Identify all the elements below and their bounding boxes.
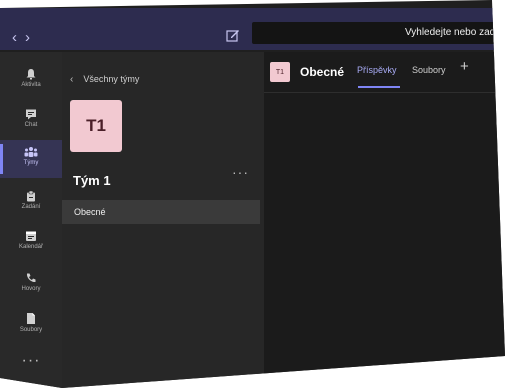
chat-icon [26,109,36,120]
rail-item-calls[interactable]: Hovory [0,266,62,304]
active-tab-indicator [358,86,400,88]
channel-item-general[interactable]: Obecné [62,200,260,224]
team-name: Tým 1 [73,173,111,188]
rail-item-chat[interactable]: Chat [0,102,62,140]
tab-files[interactable]: Soubory [412,65,446,75]
tab-posts[interactable]: Příspěvky [357,65,397,75]
new-chat-icon[interactable] [226,28,240,42]
search-placeholder: Vyhledejte nebo zadej [404,27,503,38]
history-nav: ‹› [12,29,38,46]
teams-icon [24,147,38,157]
teams-app-window: ‹› Vyhledejte nebo zadej Aktivita Chat T… [0,0,505,388]
channel-label: Obecné [74,207,106,217]
more-apps-icon[interactable]: ··· [0,352,62,370]
rail-label: Hovory [21,286,41,292]
bell-icon [26,69,36,80]
rail-item-teams[interactable]: Týmy [0,140,62,178]
rail-label: Soubory [19,327,43,333]
all-teams-link[interactable]: ‹ Všechny týmy [70,74,139,85]
assignments-icon [27,190,35,202]
rail-item-files[interactable]: Soubory [0,306,62,344]
files-icon [27,313,35,324]
rail-item-calendar[interactable]: Kalendář [0,224,62,262]
back-arrow-icon[interactable]: ‹ [12,29,25,46]
rail-label: Týmy [23,160,39,166]
rail-item-activity[interactable]: Aktivita [0,62,62,100]
calendar-icon [26,231,36,241]
rail-label: Aktivita [21,82,41,88]
rail-label: Kalendář [18,244,44,250]
search-input[interactable]: Vyhledejte nebo zadej [252,22,505,44]
rail-item-assignments[interactable]: Zadání [0,184,62,222]
forward-arrow-icon[interactable]: › [25,29,38,46]
phone-icon [26,273,36,283]
rail-label: Chat [24,122,38,128]
chevron-left-icon: ‹ [70,74,74,85]
channel-avatar: T1 [270,62,290,82]
team-avatar: T1 [70,100,122,152]
team-more-options-icon[interactable]: ··· [232,164,249,180]
channel-content [264,52,505,388]
rail-label: Zadání [21,204,41,210]
all-teams-label: Všechny týmy [83,74,140,84]
channel-title: Obecné [300,65,345,79]
add-tab-icon[interactable]: + [460,58,469,75]
